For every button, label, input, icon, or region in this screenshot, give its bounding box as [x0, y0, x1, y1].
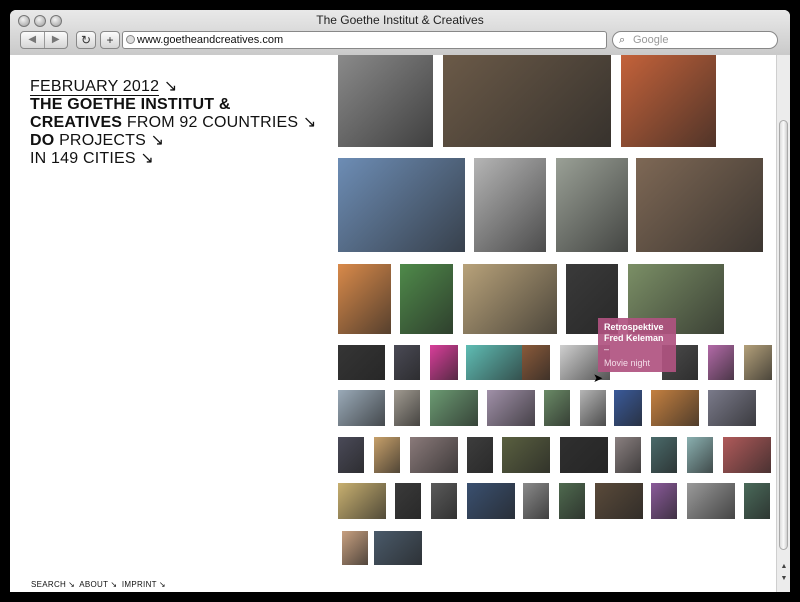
mouse-cursor-icon: ➤ [593, 371, 604, 385]
project-thumbnail[interactable] [467, 483, 515, 519]
cities-link[interactable]: IN 149 CITIES [30, 150, 136, 167]
project-thumbnail[interactable] [466, 345, 524, 380]
arrow-icon: ↘ [163, 78, 178, 95]
scrollbar-thumb[interactable] [779, 120, 788, 550]
back-icon[interactable]: ◀ [21, 32, 45, 48]
project-thumbnail[interactable] [522, 345, 550, 380]
tooltip-title-line2: Fred Keleman [604, 333, 664, 343]
search-link[interactable]: SEARCH [31, 580, 66, 589]
arrow-icon: ↘ [158, 580, 166, 589]
project-thumbnail[interactable] [374, 437, 400, 473]
project-thumbnail[interactable] [723, 437, 771, 473]
arrow-icon: ↘ [150, 132, 165, 149]
tooltip-subtitle: Movie night [604, 358, 651, 368]
footer-links: SEARCH ↘ ABOUT ↘ IMPRINT ↘ [31, 580, 168, 589]
project-thumbnail[interactable] [431, 483, 457, 519]
site-icon [126, 35, 135, 44]
url-text: www.goetheandcreatives.com [137, 34, 284, 46]
vertical-scrollbar[interactable]: ▲ ▼ [776, 55, 790, 592]
project-thumbnail[interactable] [560, 437, 608, 473]
project-thumbnail[interactable] [708, 345, 734, 380]
back-forward-group: ◀ ▶ [20, 31, 68, 49]
project-thumbnail[interactable] [708, 390, 756, 426]
project-thumbnail[interactable] [394, 345, 420, 380]
project-thumbnail[interactable] [487, 390, 535, 426]
project-thumbnail[interactable] [467, 437, 493, 473]
project-thumbnail[interactable] [580, 390, 606, 426]
project-thumbnail[interactable] [559, 483, 585, 519]
project-thumbnail[interactable] [651, 483, 677, 519]
intro-heading-line: THE GOETHE INSTITUT & [30, 96, 231, 113]
project-thumbnail[interactable] [615, 437, 641, 473]
project-thumbnail[interactable] [636, 158, 763, 252]
arrow-icon: ↘ [302, 114, 317, 131]
add-bookmark-button[interactable]: + [100, 31, 120, 49]
project-thumbnail[interactable] [338, 158, 465, 252]
project-thumbnail[interactable] [338, 55, 433, 147]
do-label: DO [30, 132, 55, 149]
project-thumbnail[interactable] [342, 531, 368, 565]
project-thumbnail[interactable] [338, 437, 364, 473]
date-link[interactable]: FEBRUARY 2012 [30, 78, 160, 96]
project-thumbnail[interactable] [395, 483, 421, 519]
project-thumbnail[interactable] [374, 531, 422, 565]
project-thumbnail[interactable] [338, 483, 386, 519]
project-thumbnail[interactable] [614, 390, 642, 426]
countries-link[interactable]: FROM 92 COUNTRIES [127, 114, 298, 131]
project-thumbnail[interactable] [338, 390, 385, 426]
search-placeholder: Google [633, 34, 669, 46]
project-thumbnail[interactable] [523, 483, 549, 519]
project-thumbnail[interactable] [744, 345, 772, 380]
project-thumbnail[interactable] [502, 437, 550, 473]
project-thumbnail[interactable] [443, 55, 611, 147]
tooltip-title-line1: Retrospektive [604, 322, 664, 332]
arrow-icon: ↘ [110, 580, 118, 589]
project-thumbnail[interactable] [430, 390, 478, 426]
window-title: The Goethe Institut & Creatives [316, 13, 484, 27]
about-link[interactable]: ABOUT [79, 580, 108, 589]
scroll-down-icon[interactable]: ▼ [779, 575, 789, 582]
projects-link[interactable]: PROJECTS [59, 132, 146, 149]
project-thumbnail[interactable] [463, 264, 557, 334]
arrow-icon: ↘ [68, 580, 76, 589]
project-thumbnail[interactable] [474, 158, 546, 252]
forward-icon[interactable]: ▶ [45, 32, 68, 48]
project-thumbnail[interactable] [687, 437, 713, 473]
imprint-link[interactable]: IMPRINT [122, 580, 157, 589]
project-tooltip: Retrospektive Fred Keleman – Movie night [598, 318, 676, 372]
arrow-icon: ↘ [140, 150, 155, 167]
project-thumbnail[interactable] [651, 390, 699, 426]
tooltip-dash: – [604, 344, 610, 354]
reload-button[interactable]: ↻ [76, 31, 96, 49]
project-thumbnail[interactable] [744, 483, 770, 519]
page-content: FEBRUARY 2012 ↘ THE GOETHE INSTITUT & CR… [10, 55, 776, 592]
project-thumbnail[interactable] [556, 158, 628, 252]
project-thumbnail[interactable] [338, 345, 385, 380]
search-field[interactable]: ⌕ Google [612, 31, 778, 49]
project-thumbnail[interactable] [338, 264, 391, 334]
creatives-link[interactable]: CREATIVES [30, 114, 122, 131]
browser-window: The Goethe Institut & Creatives ◀ ▶ ↻ + … [10, 10, 790, 592]
project-thumbnail[interactable] [595, 483, 643, 519]
search-icon: ⌕ [619, 34, 626, 46]
project-thumbnail[interactable] [544, 390, 570, 426]
scroll-up-icon[interactable]: ▲ [779, 563, 789, 570]
project-thumbnail[interactable] [430, 345, 458, 380]
project-thumbnail[interactable] [621, 55, 716, 147]
project-thumbnail[interactable] [394, 390, 420, 426]
project-thumbnail[interactable] [410, 437, 458, 473]
project-thumbnail[interactable] [687, 483, 735, 519]
intro-text: FEBRUARY 2012 ↘ THE GOETHE INSTITUT & CR… [30, 78, 317, 168]
project-thumbnail[interactable] [400, 264, 453, 334]
project-thumbnail[interactable] [651, 437, 677, 473]
address-bar[interactable]: www.goetheandcreatives.com [122, 31, 607, 49]
